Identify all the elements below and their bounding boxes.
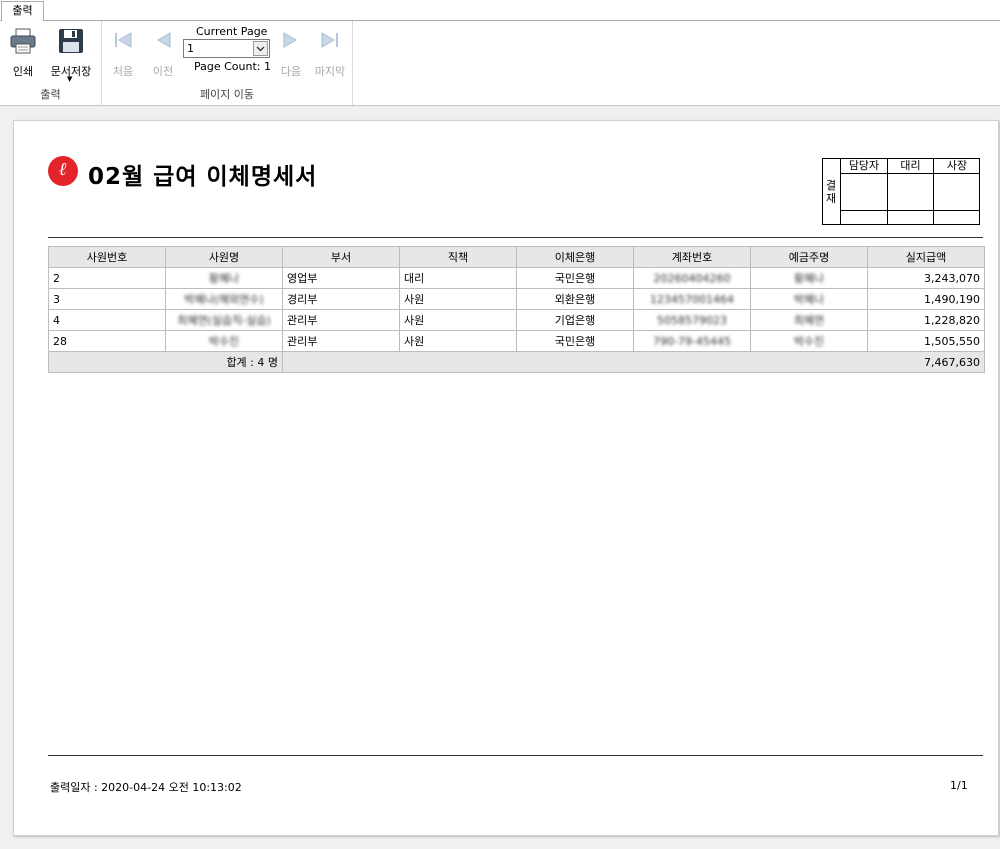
- current-page-value: 1: [187, 42, 194, 55]
- save-document-button[interactable]: 문서저장 ▼: [46, 25, 96, 85]
- department: 영업부: [282, 267, 400, 289]
- approval-col-deputy: 대리: [888, 159, 934, 224]
- department: 관리부: [282, 309, 400, 331]
- table-total-row: 합계 : 4 명 7,467,630: [48, 351, 985, 373]
- last-page-icon: [321, 32, 338, 48]
- print-label: 인쇄: [12, 65, 34, 78]
- account-holder: 황혜나: [750, 267, 868, 289]
- account-number: 5058579023: [633, 309, 751, 331]
- prev-page-icon: [157, 32, 171, 48]
- account-number: 123457001464: [633, 288, 751, 310]
- table-row: 2 황혜나 영업부 대리 국민은행 20260404260 황혜나 3,243,…: [48, 267, 985, 289]
- employee-name: 황혜나: [165, 267, 283, 289]
- column-header: 계좌번호: [633, 246, 751, 268]
- ribbon: 인쇄 문서저장 ▼ 출력 처음 이전 Current Page 1 Page C…: [0, 21, 1000, 106]
- column-header: 사원명: [165, 246, 283, 268]
- print-date: 출력일자 : 2020-04-24 오전 10:13:02: [50, 781, 242, 794]
- approval-box: 결재 담당자 대리 사장: [822, 158, 980, 225]
- employee-name: 박혜나(해외연수): [165, 288, 283, 310]
- header-divider: [48, 237, 983, 238]
- net-pay: 1,228,820: [867, 309, 985, 331]
- logo-mark: ℓ: [59, 159, 67, 180]
- approval-col-staff: 담당자: [841, 159, 888, 224]
- next-page-icon: [283, 32, 297, 48]
- department: 경리부: [282, 288, 400, 310]
- tab-output[interactable]: 출력: [1, 1, 44, 22]
- net-pay: 1,490,190: [867, 288, 985, 310]
- approval-col-president: 사장: [934, 159, 980, 224]
- approval-header: 사장: [934, 159, 980, 174]
- first-page-button[interactable]: 처음: [108, 25, 138, 78]
- column-header: 사원번호: [48, 246, 166, 268]
- ribbon-tabstrip: 출력: [0, 0, 1000, 22]
- column-header: 예금주명: [750, 246, 868, 268]
- prev-page-button[interactable]: 이전: [146, 25, 180, 78]
- employee-no: 2: [48, 267, 166, 289]
- first-page-icon: [115, 32, 132, 48]
- approval-header: 대리: [888, 159, 933, 174]
- transfer-table: 사원번호 사원명 부서 직책 이체은행 계좌번호 예금주명 실지급액 2 황혜나…: [48, 246, 985, 373]
- footer-divider: [48, 755, 983, 756]
- account-holder: 박혜나: [750, 288, 868, 310]
- page-indicator: 1/1: [950, 779, 968, 792]
- group-page-nav: 처음 이전 Current Page 1 Page Count: 1 다음 마지…: [102, 21, 353, 105]
- report-title: 02월 급여 이체명세서: [88, 164, 318, 190]
- approval-side-label: 결재: [823, 159, 841, 224]
- last-page-label: 마지막: [314, 65, 346, 78]
- table-row: 28 박수진 관리부 사원 국민은행 790-79-45445 박수진 1,50…: [48, 330, 985, 352]
- page-count-label: Page Count: 1: [194, 60, 271, 73]
- column-header: 이체은행: [516, 246, 634, 268]
- transfer-bank: 국민은행: [516, 267, 634, 289]
- chevron-down-icon[interactable]: [253, 41, 268, 56]
- approval-header: 담당자: [841, 159, 887, 174]
- first-page-label: 처음: [112, 65, 134, 78]
- account-number: 790-79-45445: [633, 330, 751, 352]
- transfer-bank: 국민은행: [516, 330, 634, 352]
- group-output: 인쇄 문서저장 ▼ 출력: [0, 21, 102, 105]
- group-output-label: 출력: [40, 88, 61, 101]
- current-page-label: Current Page: [196, 25, 268, 38]
- account-holder: 박수진: [750, 330, 868, 352]
- net-pay: 1,505,550: [867, 330, 985, 352]
- next-page-button[interactable]: 다음: [276, 25, 306, 78]
- current-page-select[interactable]: 1: [183, 39, 270, 58]
- department: 관리부: [282, 330, 400, 352]
- table-row: 4 최혜연(실습직-실습) 관리부 사원 기업은행 5058579023 최혜연…: [48, 309, 985, 331]
- table-header-row: 사원번호 사원명 부서 직책 이체은행 계좌번호 예금주명 실지급액: [48, 246, 985, 268]
- column-header: 실지급액: [867, 246, 985, 268]
- last-page-button[interactable]: 마지막: [310, 25, 350, 78]
- total-count: 합계 : 4 명: [48, 351, 283, 373]
- company-logo: ℓ: [48, 156, 78, 186]
- position: 사원: [399, 330, 517, 352]
- column-header: 직책: [399, 246, 517, 268]
- save-disk-icon: [59, 29, 83, 53]
- employee-name: 최혜연(실습직-실습): [165, 309, 283, 331]
- position: 대리: [399, 267, 517, 289]
- account-number: 20260404260: [633, 267, 751, 289]
- print-button[interactable]: 인쇄: [4, 25, 42, 78]
- employee-no: 3: [48, 288, 166, 310]
- next-page-label: 다음: [280, 65, 302, 78]
- column-header: 부서: [282, 246, 400, 268]
- employee-no: 28: [48, 330, 166, 352]
- employee-name: 박수진: [165, 330, 283, 352]
- table-row: 3 박혜나(해외연수) 경리부 사원 외환은행 123457001464 박혜나…: [48, 288, 985, 310]
- transfer-bank: 외환은행: [516, 288, 634, 310]
- printer-icon: [10, 28, 36, 54]
- chevron-down-icon: ▼: [67, 75, 73, 83]
- total-amount: 7,467,630: [282, 351, 985, 373]
- report-page: [13, 120, 999, 836]
- account-holder: 최혜연: [750, 309, 868, 331]
- group-page-nav-label: 페이지 이동: [199, 88, 255, 101]
- prev-page-label: 이전: [152, 65, 174, 78]
- transfer-bank: 기업은행: [516, 309, 634, 331]
- position: 사원: [399, 309, 517, 331]
- position: 사원: [399, 288, 517, 310]
- net-pay: 3,243,070: [867, 267, 985, 289]
- employee-no: 4: [48, 309, 166, 331]
